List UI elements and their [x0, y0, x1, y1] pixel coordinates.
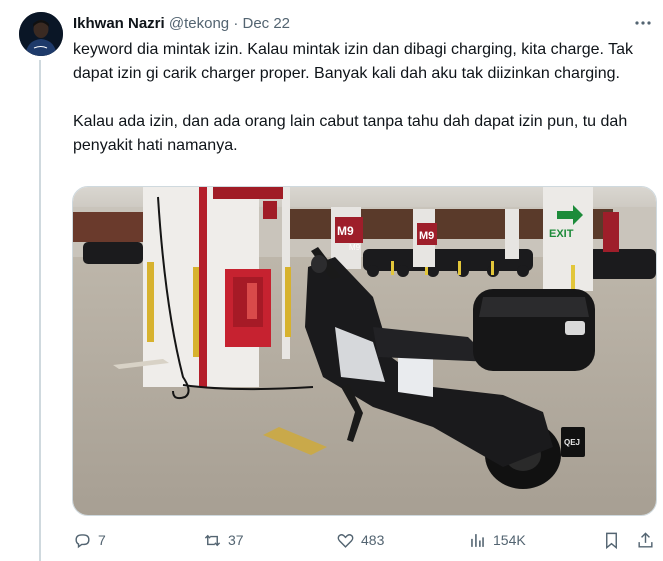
separator-dot: · [233, 15, 239, 32]
license-plate: QEJ [564, 438, 580, 447]
thread-line [39, 60, 41, 561]
view-count: 154K [493, 532, 526, 548]
tweet-paragraph-1: keyword dia mintak izin. Kalau mintak iz… [73, 41, 633, 82]
tweet-date[interactable]: Dec 22 [242, 15, 290, 32]
reply-icon [75, 533, 90, 548]
like-count: 483 [361, 532, 385, 548]
reply-count: 7 [98, 532, 106, 548]
reply-button[interactable]: 7 [73, 528, 106, 552]
share-button[interactable] [636, 528, 655, 552]
tweet-paragraph-2: Kalau ada izin, dan ada orang lain cabut… [73, 113, 628, 154]
display-name[interactable]: Ikhwan Nazri [73, 15, 165, 32]
sign-m9-2: M9 [419, 230, 434, 242]
avatar[interactable] [19, 12, 63, 56]
tweet-header: Ikhwan Nazri @tekong · Dec 22 [73, 14, 653, 34]
repost-button[interactable]: 37 [203, 528, 244, 552]
user-handle[interactable]: @tekong [169, 15, 229, 32]
sign-m9-1: M9 [337, 224, 354, 238]
tweet-actions: 7 37 483 154K [73, 528, 655, 552]
bookmark-button[interactable] [602, 528, 621, 552]
repost-count: 37 [228, 532, 244, 548]
more-dots-icon[interactable] [633, 13, 653, 33]
views-button[interactable]: 154K [468, 528, 526, 552]
sign-m9-3: M9 [349, 243, 361, 252]
repost-icon [204, 534, 221, 546]
exit-sign: EXIT [549, 228, 574, 240]
share-icon [638, 531, 653, 548]
heart-icon [337, 533, 354, 548]
tweet-photo[interactable]: M9 M9 M9 EXIT QEJ [72, 186, 657, 516]
parking-photo: M9 M9 M9 EXIT QEJ [73, 187, 656, 515]
views-chart-icon [471, 533, 484, 547]
like-button[interactable]: 483 [336, 528, 384, 552]
bookmark-icon [606, 532, 617, 549]
tweet-text: keyword dia mintak izin. Kalau mintak iz… [73, 38, 658, 158]
